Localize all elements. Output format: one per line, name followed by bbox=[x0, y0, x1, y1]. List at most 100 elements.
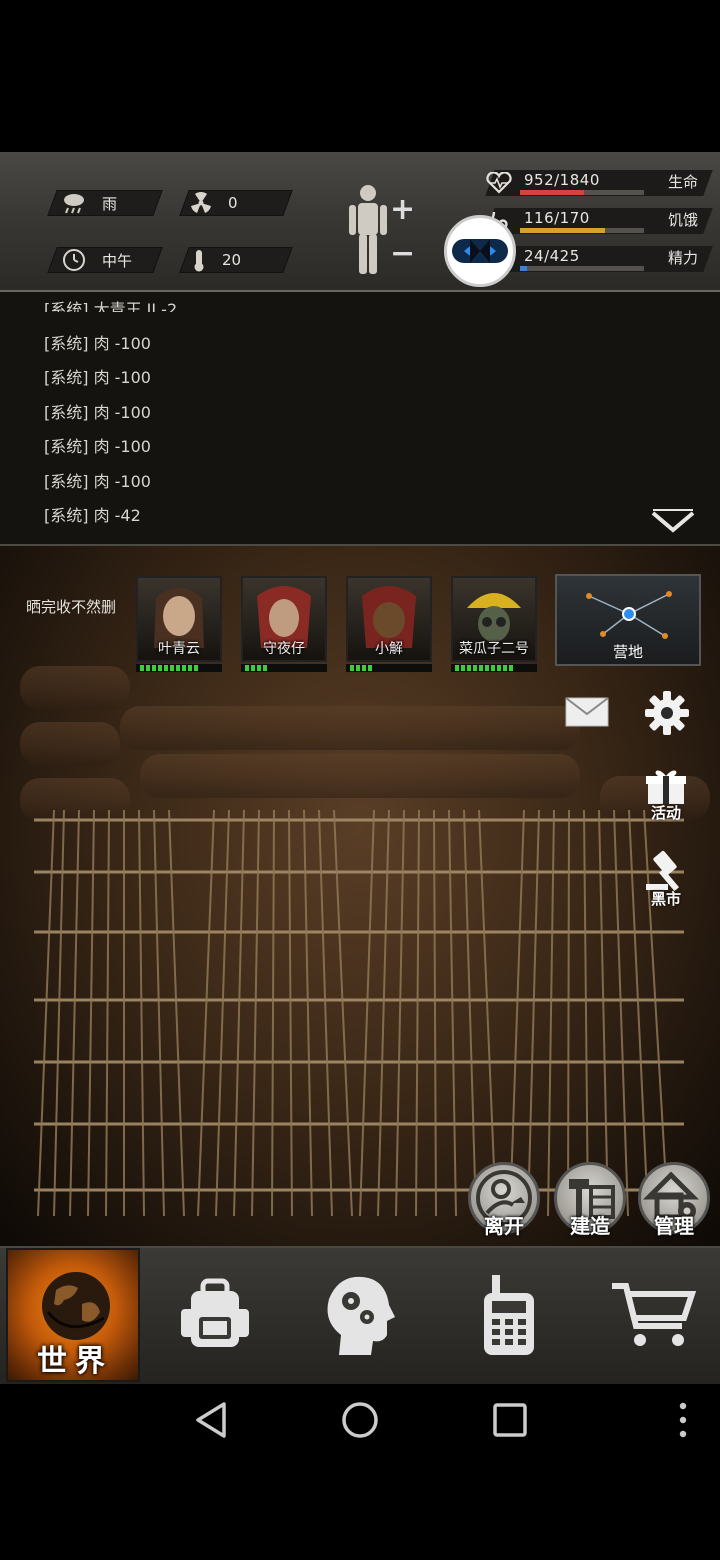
radiation-value: 0 bbox=[228, 194, 238, 212]
log-expand-button[interactable] bbox=[650, 508, 696, 540]
minus-icon[interactable]: − bbox=[390, 236, 415, 271]
more-options-button[interactable] bbox=[676, 1400, 690, 1444]
activity-button[interactable]: 活动 bbox=[644, 766, 688, 823]
health-pip bbox=[461, 665, 465, 671]
hunger-value: 116/170 bbox=[524, 209, 590, 227]
health-pip bbox=[182, 665, 186, 671]
health-pip bbox=[509, 665, 513, 671]
recents-square-icon bbox=[493, 1403, 527, 1437]
build-label: 建造 bbox=[570, 1214, 610, 1238]
health-pip bbox=[356, 665, 360, 671]
health-label: 生命 bbox=[667, 173, 698, 191]
temperature-readout: 20 bbox=[192, 247, 241, 273]
energy-label: 精力 bbox=[667, 249, 698, 267]
home-button[interactable] bbox=[340, 1400, 380, 1444]
camp-label: 营地 bbox=[612, 643, 643, 661]
human-body-icon bbox=[349, 185, 387, 274]
survivor-card[interactable]: 小解 bbox=[346, 576, 432, 674]
black-market-button[interactable]: 黑市 bbox=[644, 850, 688, 909]
weather-readout: 雨 bbox=[62, 190, 117, 216]
mail-button[interactable] bbox=[564, 694, 610, 730]
health-pip bbox=[257, 665, 261, 671]
health-pip bbox=[245, 665, 249, 671]
health-stat: 952/1840 生命 bbox=[480, 168, 713, 198]
envelope-icon bbox=[565, 697, 609, 727]
survivor-portrait: 菜瓜子二号 bbox=[451, 576, 537, 662]
recents-button[interactable] bbox=[492, 1402, 528, 1442]
health-pip bbox=[263, 665, 267, 671]
survivor-health-pips bbox=[136, 664, 222, 672]
back-triangle-icon bbox=[196, 1402, 226, 1438]
health-pip bbox=[467, 665, 471, 671]
hunger-label: 饥饿 bbox=[667, 211, 698, 229]
gift-icon bbox=[646, 770, 686, 804]
health-value: 952/1840 bbox=[524, 171, 600, 189]
thermometer-icon bbox=[194, 250, 204, 272]
survivor-health-pips bbox=[241, 664, 327, 672]
radiation-readout: 0 bbox=[190, 190, 238, 216]
walkie-talkie-icon bbox=[484, 1275, 534, 1355]
nav-radio[interactable] bbox=[444, 1248, 574, 1382]
health-pip bbox=[152, 665, 156, 671]
nav-world-label: 世界 bbox=[37, 1344, 113, 1379]
health-pip bbox=[350, 665, 354, 671]
hunger-stat: 116/170 饥饿 bbox=[480, 206, 713, 236]
health-pip bbox=[473, 665, 477, 671]
health-pip bbox=[362, 665, 366, 671]
survivor-health-pips bbox=[346, 664, 432, 672]
heart-icon bbox=[486, 172, 512, 194]
health-pip bbox=[491, 665, 495, 671]
health-pip bbox=[368, 665, 372, 671]
activity-label: 活动 bbox=[650, 804, 681, 822]
health-pip bbox=[188, 665, 192, 671]
manage-label: 管理 bbox=[654, 1214, 694, 1238]
survivor-card[interactable]: 叶青云 bbox=[136, 576, 222, 674]
settings-button[interactable] bbox=[644, 690, 690, 736]
plus-icon[interactable]: + bbox=[390, 192, 415, 227]
survivor-name: 叶青云 bbox=[158, 641, 200, 657]
survivor-name: 菜瓜子二号 bbox=[459, 641, 529, 657]
survivor-health-pips bbox=[451, 664, 537, 672]
health-pip bbox=[170, 665, 174, 671]
radiation-icon bbox=[191, 192, 211, 213]
nav-backpack[interactable] bbox=[150, 1248, 280, 1382]
camp-map-button[interactable]: 营地 bbox=[555, 574, 701, 666]
fast-forward-icon bbox=[452, 239, 508, 263]
health-pip bbox=[485, 665, 489, 671]
time-label: 中午 bbox=[102, 251, 133, 270]
camp-map-icon bbox=[586, 591, 672, 639]
survivor-card[interactable]: 菜瓜子二号 bbox=[451, 576, 537, 674]
hunger-bar bbox=[520, 228, 644, 233]
shopping-cart-icon bbox=[612, 1283, 696, 1346]
energy-bar bbox=[520, 266, 644, 271]
gear-icon bbox=[645, 691, 689, 735]
health-pip bbox=[479, 665, 483, 671]
survivor-card[interactable]: 守夜仔 bbox=[241, 576, 327, 674]
log-line: [系统] 肉 -42 bbox=[44, 506, 141, 525]
speed-toggle-button[interactable] bbox=[444, 215, 516, 287]
nav-world[interactable]: 世界 bbox=[6, 1248, 140, 1382]
survivor-name: 小解 bbox=[375, 641, 403, 657]
health-pip bbox=[140, 665, 144, 671]
backpack-icon bbox=[181, 1278, 249, 1347]
time-readout: 中午 bbox=[62, 247, 132, 273]
log-line: [系统] 肉 -100 bbox=[44, 334, 151, 353]
survivor-name: 守夜仔 bbox=[263, 641, 305, 657]
shelter-note: 晒完收不然删 bbox=[26, 598, 117, 616]
nav-skills[interactable] bbox=[294, 1248, 424, 1382]
black-market-label: 黑市 bbox=[650, 890, 681, 908]
head-gears-icon bbox=[327, 1276, 395, 1355]
body-status-button[interactable] bbox=[346, 184, 390, 280]
log-line: [系统] 肉 -100 bbox=[44, 403, 151, 422]
log-line: [系统] 肉 -100 bbox=[44, 472, 151, 491]
health-pip bbox=[251, 665, 255, 671]
rain-cloud-icon bbox=[64, 194, 84, 214]
drying-racks bbox=[34, 809, 684, 1217]
survivor-portrait: 小解 bbox=[346, 576, 432, 662]
health-bar bbox=[520, 190, 644, 195]
nav-shop[interactable] bbox=[588, 1248, 718, 1382]
vertical-dots-icon bbox=[679, 1402, 687, 1438]
health-pip bbox=[455, 665, 459, 671]
log-line: [系统] 肉 -100 bbox=[44, 437, 151, 456]
back-button[interactable] bbox=[192, 1400, 230, 1444]
